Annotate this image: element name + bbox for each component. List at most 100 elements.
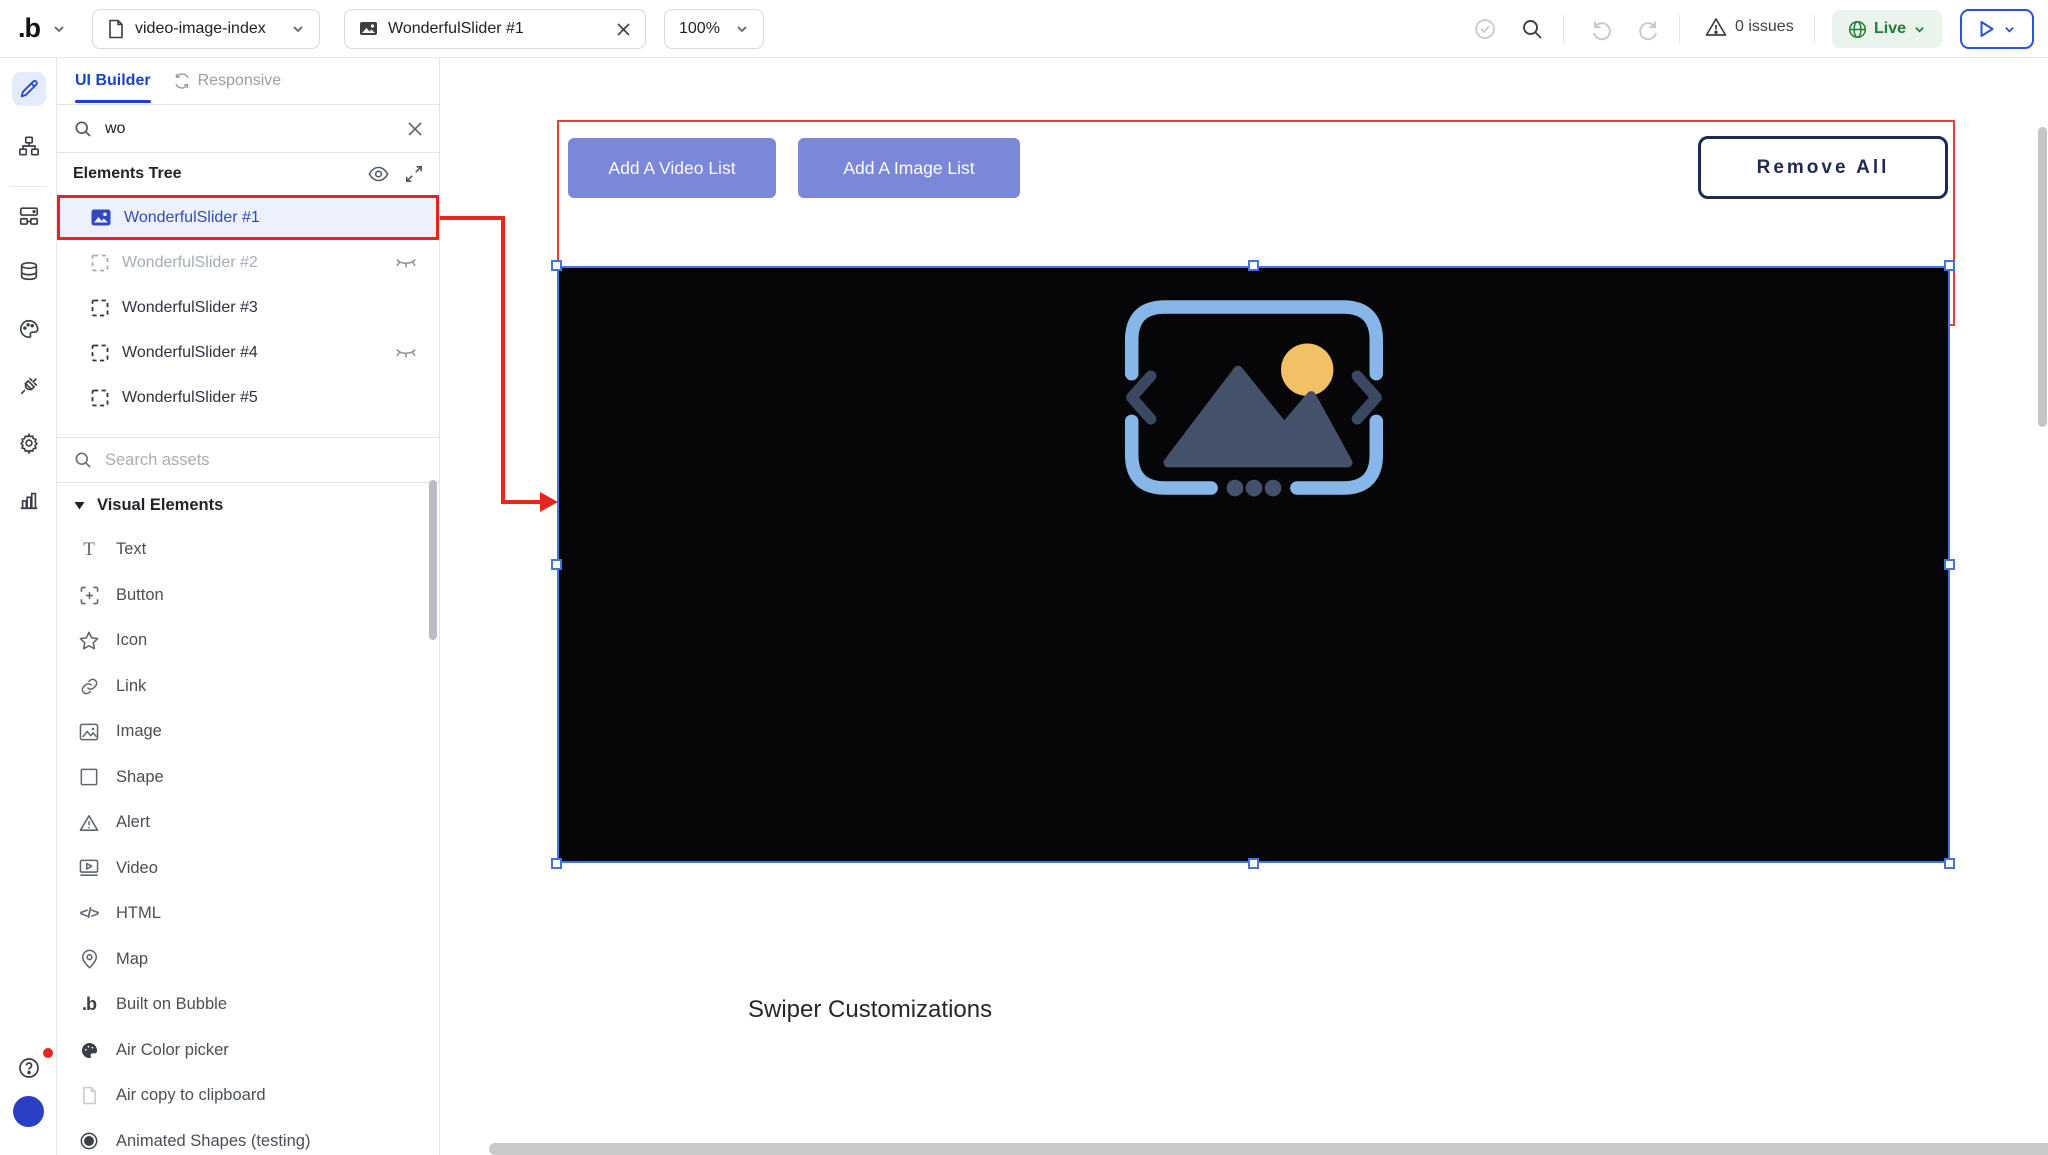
- issues-indicator[interactable]: 0 issues: [1705, 17, 1794, 37]
- palette-item-label: Air Color picker: [116, 1041, 229, 1060]
- tree-item-wonderfulslider-5[interactable]: WonderfulSlider #5: [57, 375, 439, 420]
- help-question-icon[interactable]: [12, 1051, 46, 1085]
- tab-ui-builder[interactable]: UI Builder: [75, 72, 151, 90]
- search-icon[interactable]: [1520, 17, 1544, 41]
- selection-handle-top-left[interactable]: [551, 260, 562, 271]
- selection-handle-top-center[interactable]: [1248, 260, 1259, 271]
- panel-scrollbar-thumb[interactable]: [429, 480, 437, 640]
- live-environment-dropdown[interactable]: Live: [1832, 10, 1942, 48]
- palette-item-text[interactable]: T Text: [57, 527, 439, 573]
- selection-handle-middle-left[interactable]: [551, 559, 562, 570]
- elements-tree-title: Elements Tree: [73, 165, 352, 183]
- tree-item-wonderfulslider-3[interactable]: WonderfulSlider #3: [57, 285, 439, 330]
- remove-all-button[interactable]: Remove All: [1698, 136, 1948, 199]
- undo-icon[interactable]: [1590, 17, 1614, 41]
- tree-item-wonderfulslider-4[interactable]: WonderfulSlider #4: [57, 330, 439, 375]
- palette-item-built-on-bubble[interactable]: .b Built on Bubble: [57, 982, 439, 1028]
- selection-handle-bottom-left[interactable]: [551, 858, 562, 869]
- add-image-list-button[interactable]: Add A Image List: [798, 138, 1020, 198]
- toolbar-divider: [1814, 15, 1815, 43]
- tree-item-label: WonderfulSlider #2: [122, 254, 258, 272]
- search-icon: [73, 119, 93, 139]
- sync-arrows-icon: [173, 72, 191, 90]
- design-canvas[interactable]: Add A Video List Add A Image List Remove…: [440, 58, 2048, 1155]
- element-search-input[interactable]: [105, 120, 395, 138]
- redo-icon[interactable]: [1636, 17, 1660, 41]
- tree-item-label: WonderfulSlider #3: [122, 299, 258, 317]
- palette-item-alert[interactable]: Alert: [57, 800, 439, 846]
- elements-tree: WonderfulSlider #1 WonderfulSlider #2 Wo…: [57, 195, 439, 420]
- selection-handle-bottom-center[interactable]: [1248, 858, 1259, 869]
- selection-handle-top-right[interactable]: [1944, 260, 1955, 271]
- text-icon: T: [77, 539, 101, 561]
- palette-item-label: Built on Bubble: [116, 995, 227, 1014]
- dashed-box-icon: [91, 254, 109, 272]
- preview-run-button[interactable]: [1960, 9, 2034, 49]
- toolbar-divider: [1679, 15, 1680, 43]
- assets-search-row: [57, 437, 439, 483]
- rail-divider: [10, 186, 47, 187]
- page-selector-label: video-image-index: [135, 20, 266, 38]
- horizontal-scrollbar[interactable]: [489, 1143, 2048, 1155]
- closed-eye-icon[interactable]: [395, 347, 417, 359]
- plugins-plug-icon[interactable]: [12, 369, 46, 403]
- star-icon: [77, 631, 101, 650]
- vertical-scrollbar-thumb[interactable]: [2038, 127, 2047, 427]
- logs-chart-icon[interactable]: [12, 483, 46, 517]
- search-icon: [73, 450, 93, 470]
- palette-item-label: Video: [116, 859, 158, 878]
- page-selector[interactable]: video-image-index: [92, 9, 320, 49]
- design-pencil-icon[interactable]: [12, 72, 46, 106]
- zoom-selector[interactable]: 100%: [664, 9, 764, 49]
- clipboard-page-icon: [77, 1086, 101, 1105]
- tab-ui-builder-label: UI Builder: [75, 72, 151, 90]
- tab-responsive[interactable]: Responsive: [173, 72, 282, 90]
- left-icon-rail: [0, 58, 57, 1155]
- palette-item-shape[interactable]: Shape: [57, 755, 439, 801]
- selection-handle-bottom-right[interactable]: [1944, 858, 1955, 869]
- palette-item-animated-shapes[interactable]: Animated Shapes (testing): [57, 1119, 439, 1155]
- palette-item-link[interactable]: Link: [57, 664, 439, 710]
- slider-placeholder-icon: [1119, 294, 1389, 501]
- map-pin-icon: [77, 949, 101, 969]
- components-blocks-icon[interactable]: [12, 199, 46, 233]
- assets-search-input[interactable]: [105, 451, 423, 470]
- data-database-icon[interactable]: [12, 255, 46, 289]
- account-avatar[interactable]: [13, 1096, 44, 1127]
- palette-item-button[interactable]: Button: [57, 573, 439, 619]
- element-tab[interactable]: WonderfulSlider #1: [344, 9, 646, 49]
- add-video-list-button[interactable]: Add A Video List: [568, 138, 776, 198]
- selection-handle-middle-right[interactable]: [1944, 559, 1955, 570]
- closed-eye-icon[interactable]: [395, 257, 417, 269]
- styles-palette-icon[interactable]: [12, 312, 46, 346]
- tree-item-label: WonderfulSlider #5: [122, 389, 258, 407]
- logo-chevron-down-icon[interactable]: [52, 22, 66, 36]
- palette-item-label: Button: [116, 586, 164, 605]
- expand-arrows-icon[interactable]: [405, 165, 423, 183]
- wonderfulslider-element[interactable]: [557, 266, 1950, 863]
- warning-triangle-icon: [1705, 17, 1727, 37]
- palette-item-label: Link: [116, 677, 146, 696]
- page-chevron-down-icon: [291, 22, 305, 36]
- dashed-box-icon: [91, 344, 109, 362]
- tree-item-wonderfulslider-2[interactable]: WonderfulSlider #2: [57, 240, 439, 285]
- square-icon: [77, 768, 101, 786]
- check-circle-icon[interactable]: [1473, 17, 1497, 41]
- close-tab-icon[interactable]: [616, 22, 631, 37]
- palette-item-html[interactable]: </> HTML: [57, 891, 439, 937]
- tree-item-wonderfulslider-1[interactable]: WonderfulSlider #1: [57, 195, 439, 240]
- palette-item-icon[interactable]: Icon: [57, 618, 439, 664]
- palette-item-map[interactable]: Map: [57, 937, 439, 983]
- visual-elements-list: Visual Elements T Text Button Icon: [57, 483, 439, 1155]
- palette-item-air-copy-to-clipboard[interactable]: Air copy to clipboard: [57, 1073, 439, 1119]
- image-icon: [77, 723, 101, 741]
- clear-search-icon[interactable]: [407, 121, 423, 137]
- settings-gear-icon[interactable]: [12, 426, 46, 460]
- palette-item-air-color-picker[interactable]: Air Color picker: [57, 1028, 439, 1074]
- eye-icon[interactable]: [368, 166, 389, 182]
- palette-item-video[interactable]: Video: [57, 846, 439, 892]
- bubble-logo[interactable]: .b: [18, 13, 40, 44]
- visual-elements-section-header[interactable]: Visual Elements: [57, 483, 439, 527]
- workflow-sitemap-icon[interactable]: [12, 129, 46, 163]
- palette-item-image[interactable]: Image: [57, 709, 439, 755]
